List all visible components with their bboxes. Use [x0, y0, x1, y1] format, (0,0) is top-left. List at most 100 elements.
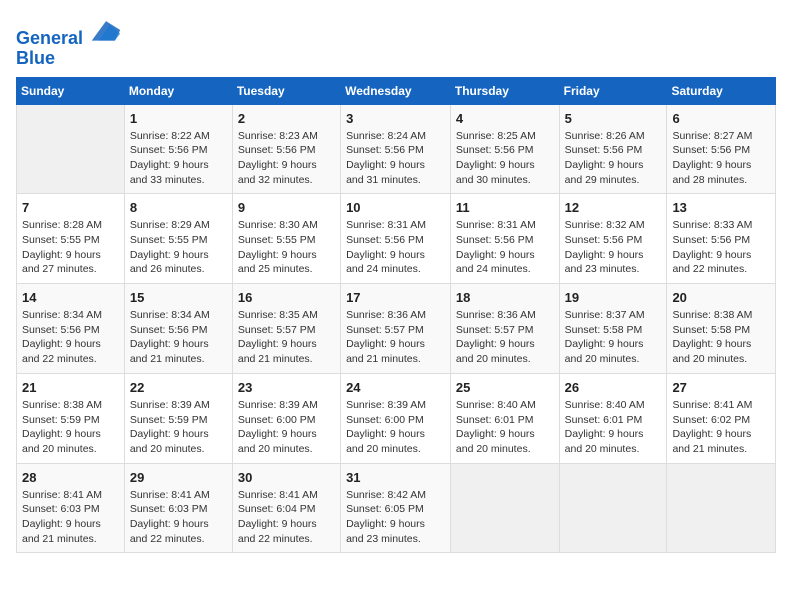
calendar-cell: 23 Sunrise: 8:39 AMSunset: 6:00 PMDayligh…: [232, 373, 340, 463]
day-number: 12: [565, 200, 662, 215]
day-info: Sunrise: 8:39 AMSunset: 6:00 PMDaylight:…: [346, 398, 445, 457]
weekday-header: Monday: [124, 77, 232, 104]
day-info: Sunrise: 8:41 AMSunset: 6:04 PMDaylight:…: [238, 488, 335, 547]
day-info: Sunrise: 8:31 AMSunset: 5:56 PMDaylight:…: [456, 218, 554, 277]
day-info: Sunrise: 8:41 AMSunset: 6:02 PMDaylight:…: [672, 398, 770, 457]
weekday-header: Saturday: [667, 77, 776, 104]
calendar-cell: 22 Sunrise: 8:39 AMSunset: 5:59 PMDayligh…: [124, 373, 232, 463]
day-number: 30: [238, 470, 335, 485]
calendar-cell: 26 Sunrise: 8:40 AMSunset: 6:01 PMDayligh…: [559, 373, 667, 463]
weekday-header: Tuesday: [232, 77, 340, 104]
day-number: 9: [238, 200, 335, 215]
calendar-week-row: 14 Sunrise: 8:34 AMSunset: 5:56 PMDayligh…: [17, 284, 776, 374]
calendar-cell: 27 Sunrise: 8:41 AMSunset: 6:02 PMDayligh…: [667, 373, 776, 463]
calendar-cell: 20 Sunrise: 8:38 AMSunset: 5:58 PMDayligh…: [667, 284, 776, 374]
day-info: Sunrise: 8:27 AMSunset: 5:56 PMDaylight:…: [672, 129, 770, 188]
day-info: Sunrise: 8:22 AMSunset: 5:56 PMDaylight:…: [130, 129, 227, 188]
calendar-cell: 31 Sunrise: 8:42 AMSunset: 6:05 PMDayligh…: [341, 463, 451, 553]
day-info: Sunrise: 8:40 AMSunset: 6:01 PMDaylight:…: [456, 398, 554, 457]
day-info: Sunrise: 8:42 AMSunset: 6:05 PMDaylight:…: [346, 488, 445, 547]
day-number: 23: [238, 380, 335, 395]
day-info: Sunrise: 8:39 AMSunset: 5:59 PMDaylight:…: [130, 398, 227, 457]
calendar-cell: 15 Sunrise: 8:34 AMSunset: 5:56 PMDayligh…: [124, 284, 232, 374]
logo-icon: [90, 16, 122, 44]
day-info: Sunrise: 8:34 AMSunset: 5:56 PMDaylight:…: [130, 308, 227, 367]
day-info: Sunrise: 8:23 AMSunset: 5:56 PMDaylight:…: [238, 129, 335, 188]
calendar-cell: [17, 104, 125, 194]
calendar-cell: 29Sunrise: 8:41 AMSunset: 6:03 PMDayligh…: [124, 463, 232, 553]
day-number: 4: [456, 111, 554, 126]
day-info: Sunrise: 8:24 AMSunset: 5:56 PMDaylight:…: [346, 129, 445, 188]
calendar-week-row: 1 Sunrise: 8:22 AMSunset: 5:56 PMDaylight…: [17, 104, 776, 194]
day-number: 29: [130, 470, 227, 485]
day-info: Sunrise: 8:40 AMSunset: 6:01 PMDaylight:…: [565, 398, 662, 457]
day-info: Sunrise: 8:26 AMSunset: 5:56 PMDaylight:…: [565, 129, 662, 188]
day-number: 14: [22, 290, 119, 305]
day-info: Sunrise: 8:36 AMSunset: 5:57 PMDaylight:…: [346, 308, 445, 367]
calendar-week-row: 21Sunrise: 8:38 AMSunset: 5:59 PMDayligh…: [17, 373, 776, 463]
day-info: Sunrise: 8:35 AMSunset: 5:57 PMDaylight:…: [238, 308, 335, 367]
day-number: 18: [456, 290, 554, 305]
calendar-cell: 2 Sunrise: 8:23 AMSunset: 5:56 PMDaylight…: [232, 104, 340, 194]
day-number: 6: [672, 111, 770, 126]
calendar-cell: 13Sunrise: 8:33 AMSunset: 5:56 PMDayligh…: [667, 194, 776, 284]
calendar-cell: 5 Sunrise: 8:26 AMSunset: 5:56 PMDaylight…: [559, 104, 667, 194]
calendar-cell: 4 Sunrise: 8:25 AMSunset: 5:56 PMDaylight…: [450, 104, 559, 194]
calendar-cell: 10Sunrise: 8:31 AMSunset: 5:56 PMDayligh…: [341, 194, 451, 284]
calendar-cell: 11 Sunrise: 8:31 AMSunset: 5:56 PMDayligh…: [450, 194, 559, 284]
day-number: 25: [456, 380, 554, 395]
calendar-cell: 16 Sunrise: 8:35 AMSunset: 5:57 PMDayligh…: [232, 284, 340, 374]
calendar-cell: 19Sunrise: 8:37 AMSunset: 5:58 PMDayligh…: [559, 284, 667, 374]
day-number: 1: [130, 111, 227, 126]
day-number: 21: [22, 380, 119, 395]
calendar-cell: [450, 463, 559, 553]
calendar-cell: 3 Sunrise: 8:24 AMSunset: 5:56 PMDaylight…: [341, 104, 451, 194]
day-info: Sunrise: 8:29 AMSunset: 5:55 PMDaylight:…: [130, 218, 227, 277]
day-number: 13: [672, 200, 770, 215]
day-info: Sunrise: 8:38 AMSunset: 5:58 PMDaylight:…: [672, 308, 770, 367]
day-number: 3: [346, 111, 445, 126]
day-number: 11: [456, 200, 554, 215]
calendar-cell: 30 Sunrise: 8:41 AMSunset: 6:04 PMDayligh…: [232, 463, 340, 553]
calendar-cell: 18Sunrise: 8:36 AMSunset: 5:57 PMDayligh…: [450, 284, 559, 374]
calendar-cell: 7 Sunrise: 8:28 AMSunset: 5:55 PMDaylight…: [17, 194, 125, 284]
weekday-header: Sunday: [17, 77, 125, 104]
calendar-cell: 24 Sunrise: 8:39 AMSunset: 6:00 PMDayligh…: [341, 373, 451, 463]
day-number: 31: [346, 470, 445, 485]
day-info: Sunrise: 8:31 AMSunset: 5:56 PMDaylight:…: [346, 218, 445, 277]
day-info: Sunrise: 8:28 AMSunset: 5:55 PMDaylight:…: [22, 218, 119, 277]
logo-blue: Blue: [16, 49, 122, 69]
calendar-cell: 1 Sunrise: 8:22 AMSunset: 5:56 PMDaylight…: [124, 104, 232, 194]
day-info: Sunrise: 8:25 AMSunset: 5:56 PMDaylight:…: [456, 129, 554, 188]
day-number: 15: [130, 290, 227, 305]
calendar-cell: 17Sunrise: 8:36 AMSunset: 5:57 PMDayligh…: [341, 284, 451, 374]
calendar-cell: 21Sunrise: 8:38 AMSunset: 5:59 PMDayligh…: [17, 373, 125, 463]
logo: General Blue: [16, 16, 122, 69]
calendar-cell: 25 Sunrise: 8:40 AMSunset: 6:01 PMDayligh…: [450, 373, 559, 463]
day-number: 7: [22, 200, 119, 215]
day-number: 24: [346, 380, 445, 395]
calendar-cell: [667, 463, 776, 553]
day-number: 16: [238, 290, 335, 305]
weekday-header: Thursday: [450, 77, 559, 104]
calendar-table: SundayMondayTuesdayWednesdayThursdayFrid…: [16, 77, 776, 554]
page-header: General Blue: [16, 16, 776, 69]
calendar-cell: 28Sunrise: 8:41 AMSunset: 6:03 PMDayligh…: [17, 463, 125, 553]
day-info: Sunrise: 8:41 AMSunset: 6:03 PMDaylight:…: [22, 488, 119, 547]
day-number: 5: [565, 111, 662, 126]
day-number: 27: [672, 380, 770, 395]
day-number: 19: [565, 290, 662, 305]
day-number: 26: [565, 380, 662, 395]
logo-text: General: [16, 16, 122, 49]
weekday-header: Wednesday: [341, 77, 451, 104]
calendar-cell: 6 Sunrise: 8:27 AMSunset: 5:56 PMDaylight…: [667, 104, 776, 194]
day-info: Sunrise: 8:32 AMSunset: 5:56 PMDaylight:…: [565, 218, 662, 277]
calendar-cell: 14 Sunrise: 8:34 AMSunset: 5:56 PMDayligh…: [17, 284, 125, 374]
day-info: Sunrise: 8:39 AMSunset: 6:00 PMDaylight:…: [238, 398, 335, 457]
day-number: 20: [672, 290, 770, 305]
calendar-header-row: SundayMondayTuesdayWednesdayThursdayFrid…: [17, 77, 776, 104]
day-info: Sunrise: 8:34 AMSunset: 5:56 PMDaylight:…: [22, 308, 119, 367]
day-info: Sunrise: 8:30 AMSunset: 5:55 PMDaylight:…: [238, 218, 335, 277]
day-number: 22: [130, 380, 227, 395]
day-number: 2: [238, 111, 335, 126]
